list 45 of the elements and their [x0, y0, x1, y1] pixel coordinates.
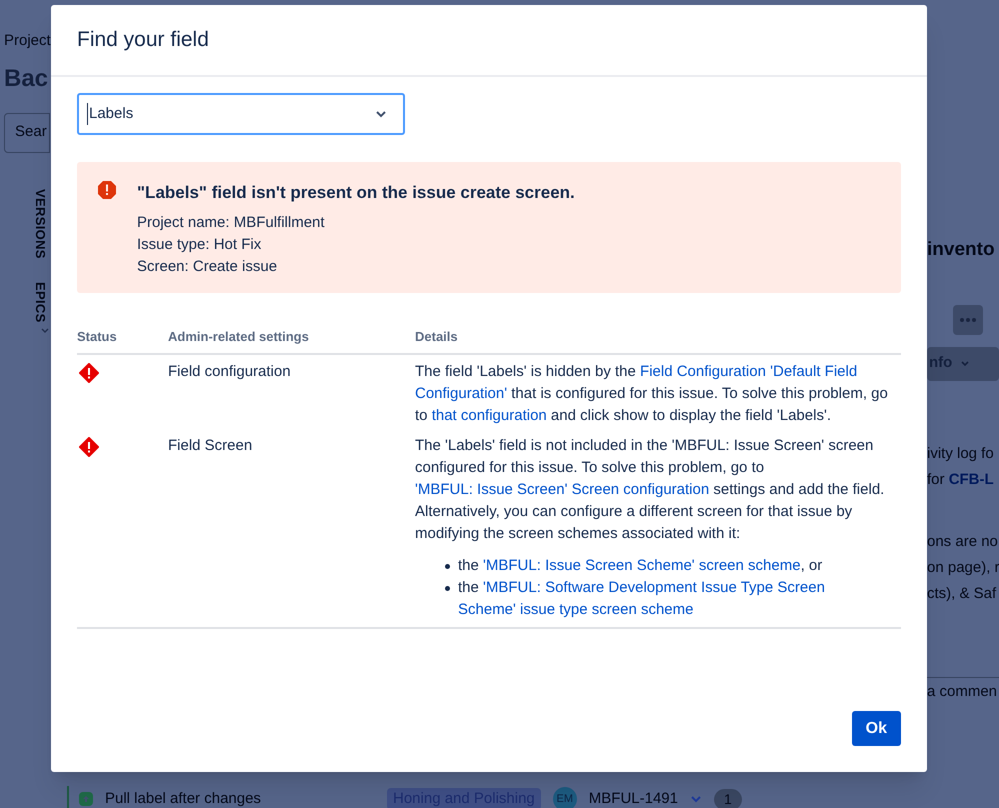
- link[interactable]: Field Configuration 'Default Field: [640, 362, 858, 380]
- link[interactable]: 'MBFUL: Software Development Issue Type Screen: [483, 578, 825, 596]
- list-item-text: the 'MBFUL: Software Development Issue Type Screen Scheme' issue type screen scheme: [458, 578, 826, 620]
- issue-title: invento: [927, 238, 996, 262]
- description-text: cts), & Saf: [927, 584, 998, 604]
- error-icon: [79, 436, 99, 456]
- bullet-icon: [445, 564, 450, 568]
- description-text: on page), r: [927, 558, 999, 578]
- chevron-down-icon: [375, 110, 387, 118]
- activity-text: for CFB-L: [927, 470, 995, 490]
- list-item-text: the 'MBFUL: Issue Screen Scheme' screen scheme, or: [458, 556, 822, 576]
- activity-text: ivity log fo: [927, 444, 995, 464]
- page-title: Bac: [4, 64, 50, 94]
- column-header: Details: [415, 328, 458, 346]
- table-cell-text: Field Screen: [168, 436, 254, 456]
- description-text: ons are no: [927, 532, 999, 552]
- chevron-down-icon: [40, 326, 50, 335]
- count-badge: 1: [714, 788, 742, 808]
- details-text: The field 'Labels' is hidden by the Field Configuration 'Default Field Configuration' that is configured for this issue. To solve this problem, go to that configuration and click show to display the field 'Labels'.: [415, 362, 889, 426]
- table-cell-text: Field configuration: [168, 362, 292, 382]
- field-select[interactable]: Labels: [77, 93, 405, 135]
- avatar: EM: [552, 787, 577, 808]
- link[interactable]: Scheme' issue type screen scheme: [458, 600, 694, 618]
- column-header: Admin-related settings: [168, 328, 310, 346]
- details-text: The 'Labels' field is not included in the 'MBFUL: Issue Screen' screen configured for this issue. To solve this problem, go to 'MBFUL: Issue Screen' Screen configuration settings and add the field. Alternatively, you can configure a different screen for that issue by modifying the screen schemes associated with it:: [415, 436, 886, 544]
- search-field[interactable]: Sear: [4, 112, 50, 152]
- ok-button[interactable]: Ok: [852, 711, 901, 746]
- link[interactable]: Configuration': [415, 384, 508, 402]
- story-icon: [79, 792, 93, 806]
- link[interactable]: 'MBFUL: Issue Screen Scheme' screen scheme: [483, 556, 801, 574]
- bullet-icon: [445, 586, 450, 590]
- link[interactable]: 'MBFUL: Issue Screen' Screen configuration: [415, 480, 710, 498]
- error-icon: [97, 180, 117, 200]
- banner-text: Project name: MBFulfillment: [137, 212, 326, 232]
- banner-text: Issue type: Hot Fix: [137, 234, 262, 254]
- link[interactable]: that configuration: [432, 406, 547, 424]
- banner-text: Screen: Create issue: [137, 256, 278, 276]
- issue-summary: Pull label after changes: [105, 788, 262, 808]
- chevron-down-icon: [960, 360, 970, 368]
- chevron-down-icon[interactable]: [690, 795, 702, 803]
- more-icon[interactable]: [953, 304, 983, 334]
- error-icon: [79, 362, 99, 382]
- dialog-title: Find your field: [77, 27, 209, 54]
- banner-title: "Labels" field isn't present on the issue create screen.: [137, 182, 575, 204]
- column-header: Status: [77, 328, 118, 346]
